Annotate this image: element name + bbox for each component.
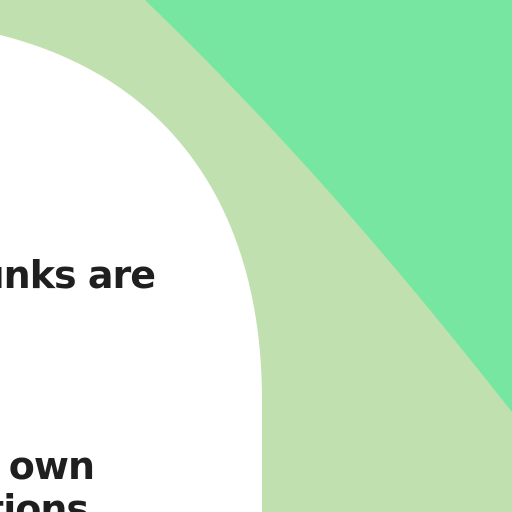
slide-canvas: unks are r own tions xyxy=(0,0,512,512)
card-text-line-3: tions xyxy=(0,487,89,512)
card-text-line-1: unks are xyxy=(0,253,156,297)
card-text-line-2: r own xyxy=(0,444,95,488)
